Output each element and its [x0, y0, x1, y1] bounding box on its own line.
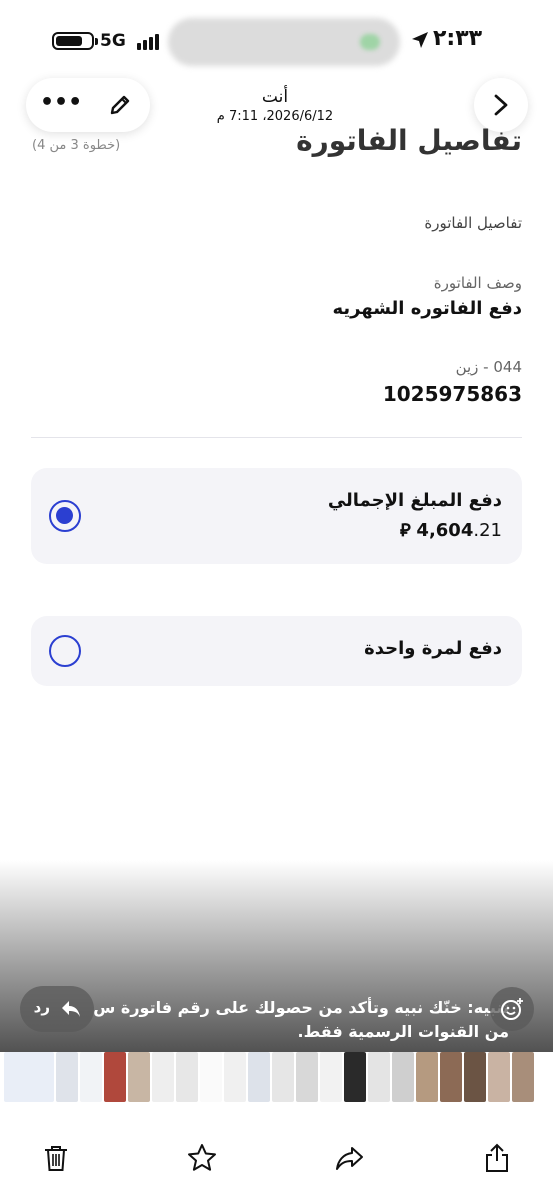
reply-arrow-icon	[62, 1001, 80, 1017]
emoji-add-icon	[501, 998, 523, 1020]
option-title: دفع المبلغ الإجمالي	[327, 490, 502, 511]
sender-name: أنت	[261, 87, 289, 107]
thumbnail[interactable]	[200, 1052, 222, 1102]
status-time: ٢:٣٣	[433, 26, 483, 51]
thumbnail[interactable]	[4, 1052, 54, 1102]
riyal-icon: ⃁	[399, 520, 411, 541]
thumbnail[interactable]	[248, 1052, 270, 1102]
thumbnail[interactable]	[512, 1052, 534, 1102]
thumbnail[interactable]	[176, 1052, 198, 1102]
option-pay-once[interactable]: دفع لمرة واحدة	[31, 616, 522, 686]
option-pay-total[interactable]: دفع المبلغ الإجمالي ⃁ 4,604.21	[31, 468, 522, 564]
thumbnail-strip[interactable]	[0, 1052, 553, 1102]
divider	[31, 437, 522, 438]
thumbnail[interactable]	[56, 1052, 78, 1102]
thumbnail[interactable]	[224, 1052, 246, 1102]
thumbnail[interactable]	[272, 1052, 294, 1102]
biller-label: 044 - زين	[455, 358, 522, 376]
option-amount: ⃁ 4,604.21	[400, 518, 502, 541]
radio-selected[interactable]	[49, 500, 81, 532]
location-arrow-icon	[412, 32, 428, 48]
emoji-react-button[interactable]	[490, 987, 534, 1031]
caption-line-2: من القنوات الرسمية فقط.	[297, 1022, 510, 1041]
chevron-right-icon	[494, 94, 508, 116]
option-title: دفع لمرة واحدة	[364, 638, 502, 659]
pencil-icon[interactable]	[106, 91, 134, 119]
thumbnail[interactable]	[368, 1052, 390, 1102]
thumbnail[interactable]	[488, 1052, 510, 1102]
signal-icon	[137, 34, 163, 50]
description-label: وصف الفاتورة	[433, 274, 522, 292]
status-bar: 5G ٢:٣٣	[0, 0, 553, 80]
thumbnail[interactable]	[344, 1052, 366, 1102]
thumbnail[interactable]	[440, 1052, 462, 1102]
thumbnail[interactable]	[320, 1052, 342, 1102]
radio-unselected[interactable]	[49, 635, 81, 667]
forward-icon[interactable]	[334, 1142, 366, 1174]
account-number: 1025975863	[382, 382, 522, 406]
step-indicator: (خطوة 3 من 4)	[32, 138, 121, 153]
page-title: تفاصيل الفاتورة	[296, 124, 522, 157]
header-actions: •••	[26, 78, 150, 132]
section-title: تفاصيل الفاتورة	[424, 214, 522, 232]
favorite-icon[interactable]	[186, 1142, 218, 1174]
message-caption: تنبيه: خنّك نبيه وتأكد من حصولك على رقم …	[79, 996, 509, 1044]
bottom-toolbar	[0, 1102, 553, 1200]
thumbnail[interactable]	[152, 1052, 174, 1102]
delete-icon[interactable]	[40, 1142, 72, 1174]
amount-fraction: .21	[473, 520, 502, 541]
caption-line-1: تنبيه: خنّك نبيه وتأكد من حصولك على رقم …	[93, 998, 509, 1017]
message-info: أنت 2026/6/12، 7:11 م	[180, 86, 370, 126]
thumbnail[interactable]	[80, 1052, 102, 1102]
share-icon[interactable]	[481, 1142, 513, 1174]
call-indicator-icon	[360, 34, 380, 50]
description-value: دفع الفاتوره الشهريه	[332, 298, 522, 319]
network-type: 5G	[100, 31, 126, 51]
thumbnail[interactable]	[104, 1052, 126, 1102]
thumbnail[interactable]	[392, 1052, 414, 1102]
ellipsis-icon[interactable]: •••	[40, 92, 82, 118]
amount-whole: 4,604	[416, 520, 474, 541]
thumbnail[interactable]	[296, 1052, 318, 1102]
reply-button[interactable]: رد	[20, 986, 94, 1032]
battery-icon	[52, 32, 98, 50]
thumbnail[interactable]	[128, 1052, 150, 1102]
thumbnail[interactable]	[464, 1052, 486, 1102]
reply-label: رد	[33, 998, 50, 1016]
thumbnail[interactable]	[416, 1052, 438, 1102]
